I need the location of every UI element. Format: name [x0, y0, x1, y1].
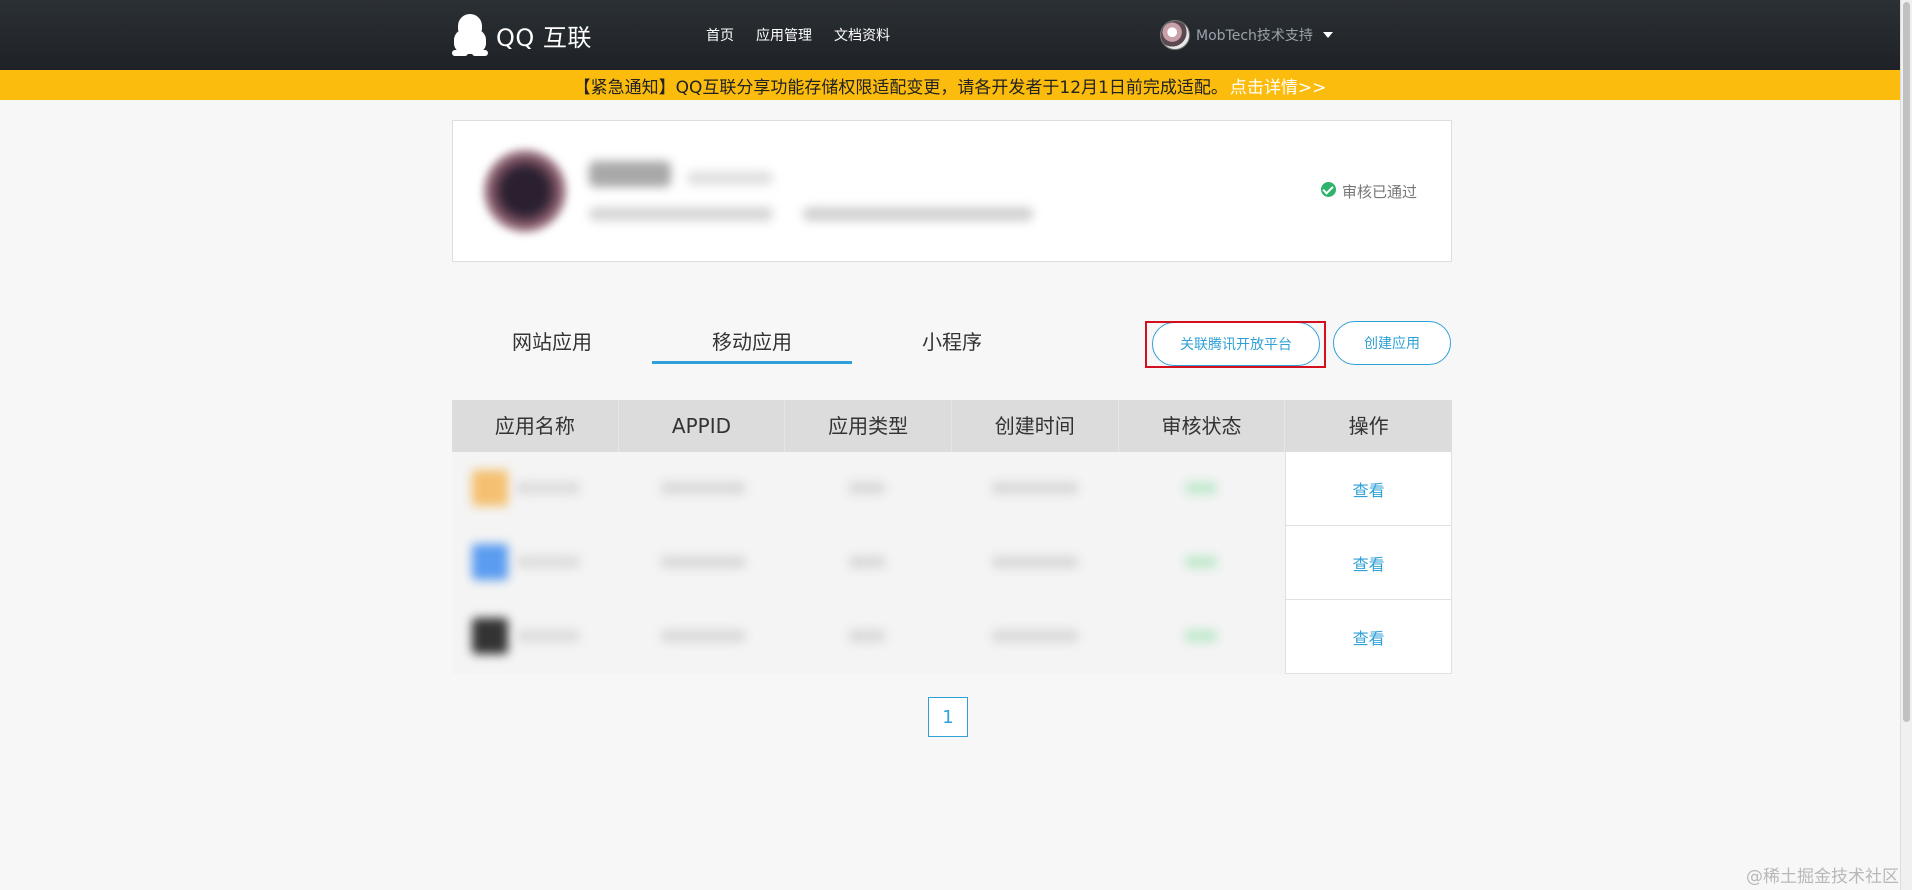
column-header-review-status: 审核状态 [1119, 400, 1286, 452]
cell-status-blurred [1118, 526, 1286, 600]
cell-type-blurred [785, 526, 952, 600]
vertical-scrollbar[interactable] [1900, 0, 1912, 890]
view-button[interactable]: 查看 [1353, 551, 1385, 575]
cell-app-name-blurred [452, 452, 619, 526]
cell-appid-blurred [618, 600, 786, 674]
notice-text: 【紧急通知】QQ互联分享功能存储权限适配变更，请各开发者于12月1日前完成适配。 [573, 77, 1228, 98]
profile-avatar [483, 149, 567, 233]
chevron-down-icon[interactable] [1322, 32, 1333, 38]
watermark: @稀土掘金技术社区 [1746, 867, 1899, 887]
main-nav: 首页 应用管理 文档资料 [706, 0, 912, 70]
avatar [1160, 20, 1190, 50]
scrollbar-thumb[interactable] [1903, 2, 1910, 722]
tab-mini-programs[interactable]: 小程序 [852, 318, 1052, 364]
table-row: 查看 [452, 600, 1452, 674]
qq-penguin-icon [452, 14, 488, 56]
logo-text: QQ 互联 [496, 23, 592, 52]
pagination-page-button[interactable]: 1 [928, 697, 968, 737]
cell-actions: 查看 [1285, 600, 1452, 674]
urgent-notice-bar: 【紧急通知】QQ互联分享功能存储权限适配变更，请各开发者于12月1日前完成适配。… [0, 70, 1900, 100]
profile-email-blurred [803, 207, 1033, 221]
cell-created-blurred [951, 452, 1119, 526]
cell-actions: 查看 [1285, 452, 1452, 526]
profile-name-blurred [589, 161, 671, 187]
cell-app-name-blurred [452, 600, 619, 674]
column-header-appid: APPID [619, 400, 786, 452]
cell-appid-blurred [618, 452, 786, 526]
table-header: 应用名称 APPID 应用类型 创建时间 审核状态 操作 [452, 400, 1452, 452]
username: MobTech技术支持 [1196, 28, 1313, 44]
cell-actions: 查看 [1285, 526, 1452, 600]
cell-app-name-blurred [452, 526, 619, 600]
column-header-created-time: 创建时间 [952, 400, 1119, 452]
notice-details-link[interactable]: 点击详情>> [1230, 73, 1327, 98]
highlight-annotation-box [1145, 321, 1326, 368]
tab-mobile-apps[interactable]: 移动应用 [652, 318, 852, 364]
cell-status-blurred [1118, 600, 1286, 674]
column-header-actions: 操作 [1348, 414, 1389, 438]
cell-status-blurred [1118, 452, 1286, 526]
column-header-app-type: 应用类型 [785, 400, 952, 452]
view-button[interactable]: 查看 [1353, 477, 1385, 501]
nav-item-app-management[interactable]: 应用管理 [756, 25, 812, 45]
check-circle-icon [1320, 182, 1336, 197]
view-button[interactable]: 查看 [1353, 625, 1385, 649]
table-row: 查看 [452, 526, 1452, 600]
app-type-tabs: 网站应用 移动应用 小程序 [452, 318, 1052, 364]
review-status: 审核已通过 [1320, 181, 1417, 202]
app-table: 应用名称 APPID 应用类型 创建时间 审核状态 操作 查看 查看 查看 [452, 400, 1452, 674]
user-menu[interactable]: MobTech技术支持 [1160, 18, 1333, 52]
profile-meta-blurred [687, 171, 773, 185]
tab-website-apps[interactable]: 网站应用 [452, 318, 652, 364]
table-row: 查看 [452, 452, 1452, 526]
top-navbar: QQ 互联 首页 应用管理 文档资料 MobTech技术支持 [0, 0, 1900, 70]
nav-item-docs[interactable]: 文档资料 [834, 25, 890, 45]
review-status-label: 审核已通过 [1341, 183, 1417, 201]
cell-type-blurred [785, 452, 952, 526]
column-header-app-name: 应用名称 [452, 400, 619, 452]
cell-created-blurred [951, 526, 1119, 600]
cell-created-blurred [951, 600, 1119, 674]
create-app-button[interactable]: 创建应用 [1333, 321, 1451, 365]
qq-connect-logo[interactable]: QQ 互联 [452, 14, 592, 56]
cell-appid-blurred [618, 526, 786, 600]
profile-line-blurred [589, 207, 773, 221]
cell-type-blurred [785, 600, 952, 674]
nav-item-home[interactable]: 首页 [706, 25, 734, 45]
developer-profile-card: 审核已通过 [452, 120, 1452, 262]
